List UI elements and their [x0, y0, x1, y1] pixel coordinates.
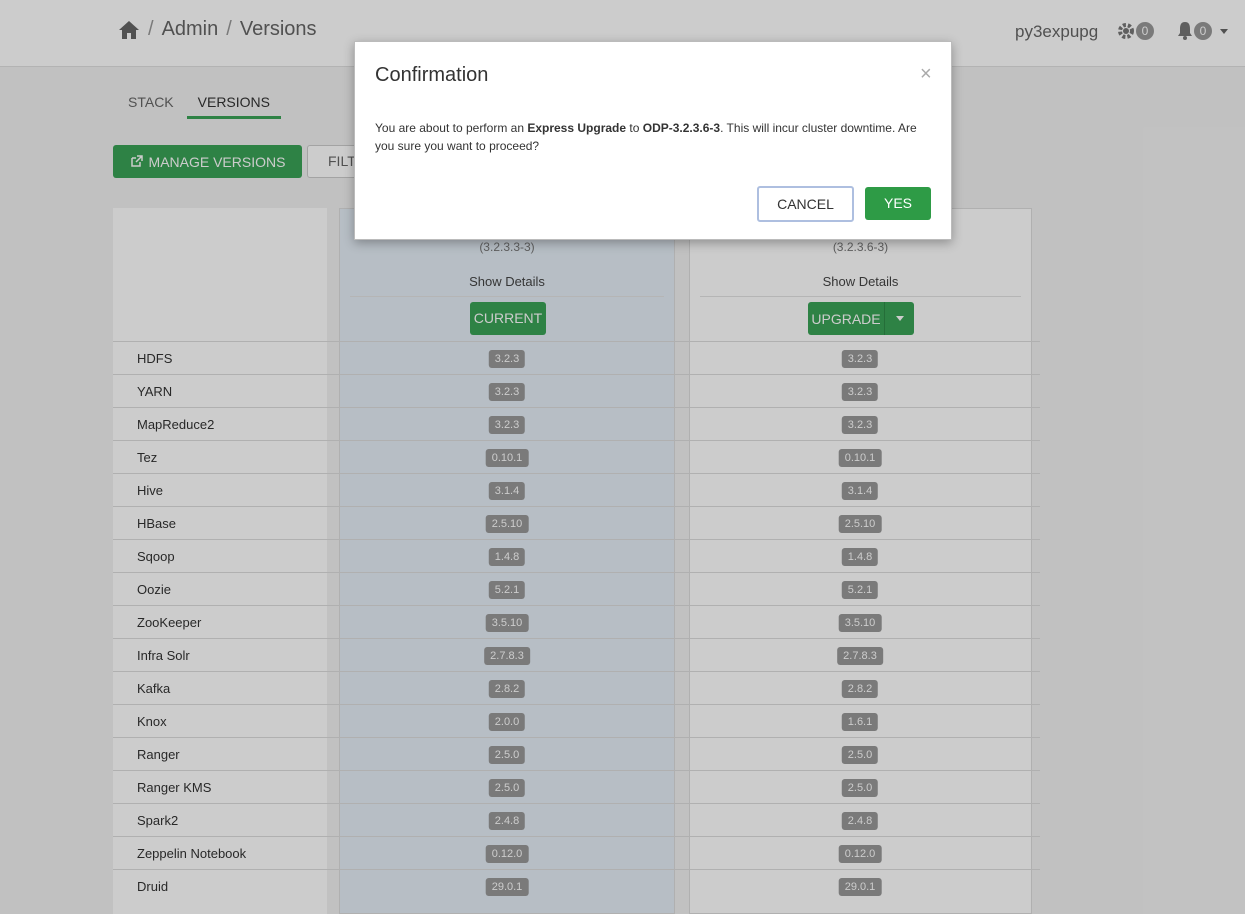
cancel-button[interactable]: CANCEL [757, 186, 854, 222]
target-version: ODP-3.2.3.6-3 [642, 121, 721, 135]
yes-button[interactable]: YES [865, 187, 931, 220]
close-icon[interactable]: × [920, 64, 932, 84]
dialog-title: Confirmation [375, 64, 489, 86]
upgrade-type: Express Upgrade [527, 121, 627, 135]
confirmation-dialog: Confirmation × You are about to perform … [354, 41, 952, 240]
dialog-message: You are about to perform an Express Upgr… [375, 121, 917, 153]
